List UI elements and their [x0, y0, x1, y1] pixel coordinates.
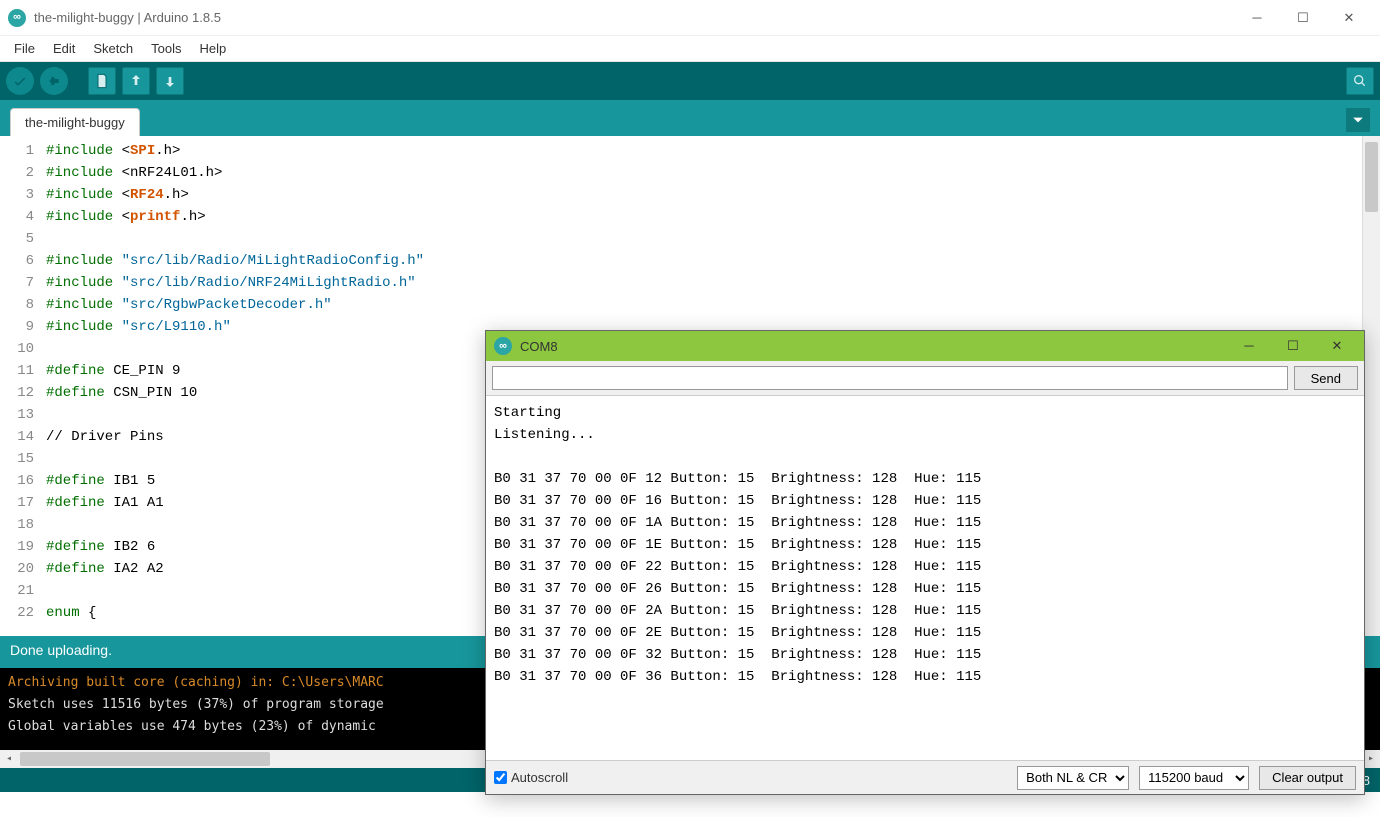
serial-minimize-button[interactable]: ─ [1236, 338, 1262, 354]
serial-monitor-button[interactable] [1346, 67, 1374, 95]
open-button[interactable] [122, 67, 150, 95]
autoscroll-text: Autoscroll [511, 770, 568, 785]
verify-button[interactable] [6, 67, 34, 95]
autoscroll-checkbox[interactable] [494, 771, 507, 784]
arduino-icon [8, 9, 26, 27]
menu-help[interactable]: Help [191, 39, 234, 58]
tabbar: the-milight-buggy [0, 100, 1380, 136]
serial-close-button[interactable]: ✕ [1324, 338, 1350, 354]
serial-bottom-bar: Autoscroll Both NL & CR 115200 baud Clea… [486, 760, 1364, 794]
status-text: Done uploading. [10, 642, 112, 658]
serial-send-button[interactable]: Send [1294, 366, 1358, 390]
toolbar [0, 62, 1380, 100]
clear-output-button[interactable]: Clear output [1259, 766, 1356, 790]
menubar: File Edit Sketch Tools Help [0, 36, 1380, 62]
serial-output[interactable]: Starting Listening... B0 31 37 70 00 0F … [486, 395, 1364, 760]
serial-input[interactable] [492, 366, 1288, 390]
tab-sketch[interactable]: the-milight-buggy [10, 108, 140, 136]
menu-tools[interactable]: Tools [143, 39, 189, 58]
main-titlebar: the-milight-buggy | Arduino 1.8.5 ─ ☐ ✕ [0, 0, 1380, 36]
serial-input-row: Send [486, 361, 1364, 395]
console-line-1: Archiving built core (caching) in: C:\Us… [8, 675, 384, 690]
serial-titlebar[interactable]: COM8 ─ ☐ ✕ [486, 331, 1364, 361]
menu-sketch[interactable]: Sketch [85, 39, 141, 58]
minimize-button[interactable]: ─ [1234, 3, 1280, 33]
tab-menu-caret[interactable] [1346, 108, 1370, 132]
arduino-icon [494, 337, 512, 355]
upload-button[interactable] [40, 67, 68, 95]
menu-file[interactable]: File [6, 39, 43, 58]
serial-title: COM8 [520, 339, 558, 354]
window-title: the-milight-buggy | Arduino 1.8.5 [34, 10, 221, 25]
serial-monitor-window: COM8 ─ ☐ ✕ Send Starting Listening... B0… [485, 330, 1365, 795]
serial-maximize-button[interactable]: ☐ [1280, 338, 1306, 354]
console-line-3: Global variables use 474 bytes (23%) of … [8, 719, 384, 734]
scroll-thumb[interactable] [1365, 142, 1378, 212]
menu-edit[interactable]: Edit [45, 39, 83, 58]
maximize-button[interactable]: ☐ [1280, 3, 1326, 33]
line-ending-select[interactable]: Both NL & CR [1017, 766, 1129, 790]
close-button[interactable]: ✕ [1326, 3, 1372, 33]
line-gutter: 12345678910111213141516171819202122 [0, 136, 40, 636]
autoscroll-checkbox-label[interactable]: Autoscroll [494, 770, 568, 785]
baud-select[interactable]: 115200 baud [1139, 766, 1249, 790]
new-button[interactable] [88, 67, 116, 95]
console-line-2: Sketch uses 11516 bytes (37%) of program… [8, 697, 384, 712]
save-button[interactable] [156, 67, 184, 95]
